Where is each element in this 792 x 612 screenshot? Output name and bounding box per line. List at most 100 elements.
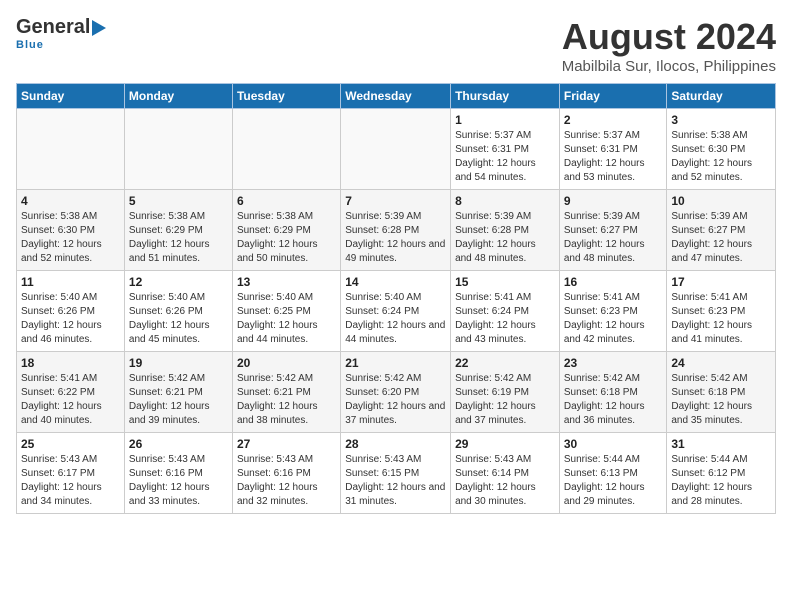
table-row: 3 Sunrise: 5:38 AMSunset: 6:30 PMDayligh… bbox=[667, 109, 776, 190]
day-number: 27 bbox=[237, 437, 336, 451]
day-info: Sunrise: 5:39 AMSunset: 6:28 PMDaylight:… bbox=[345, 210, 446, 266]
table-row: 28 Sunrise: 5:43 AMSunset: 6:15 PMDaylig… bbox=[341, 433, 451, 514]
month-year: August 2024 bbox=[562, 16, 776, 58]
table-row: 22 Sunrise: 5:42 AMSunset: 6:19 PMDaylig… bbox=[451, 352, 560, 433]
day-number: 19 bbox=[129, 356, 228, 370]
day-number: 4 bbox=[21, 194, 120, 208]
day-number: 3 bbox=[671, 113, 771, 127]
table-row: 9 Sunrise: 5:39 AMSunset: 6:27 PMDayligh… bbox=[559, 190, 667, 271]
day-info: Sunrise: 5:40 AMSunset: 6:24 PMDaylight:… bbox=[345, 291, 446, 347]
day-info: Sunrise: 5:43 AMSunset: 6:15 PMDaylight:… bbox=[345, 453, 446, 509]
day-number: 24 bbox=[671, 356, 771, 370]
table-row: 15 Sunrise: 5:41 AMSunset: 6:24 PMDaylig… bbox=[451, 271, 560, 352]
day-number: 16 bbox=[564, 275, 663, 289]
day-info: Sunrise: 5:42 AMSunset: 6:21 PMDaylight:… bbox=[129, 372, 228, 428]
table-row: 20 Sunrise: 5:42 AMSunset: 6:21 PMDaylig… bbox=[232, 352, 340, 433]
col-wednesday: Wednesday bbox=[341, 84, 451, 109]
day-info: Sunrise: 5:42 AMSunset: 6:18 PMDaylight:… bbox=[671, 372, 771, 428]
day-info: Sunrise: 5:38 AMSunset: 6:30 PMDaylight:… bbox=[21, 210, 120, 266]
day-number: 30 bbox=[564, 437, 663, 451]
title-block: August 2024 Mabilbila Sur, Ilocos, Phili… bbox=[562, 16, 776, 75]
day-number: 7 bbox=[345, 194, 446, 208]
day-info: Sunrise: 5:42 AMSunset: 6:20 PMDaylight:… bbox=[345, 372, 446, 428]
day-info: Sunrise: 5:41 AMSunset: 6:23 PMDaylight:… bbox=[671, 291, 771, 347]
table-row: 21 Sunrise: 5:42 AMSunset: 6:20 PMDaylig… bbox=[341, 352, 451, 433]
table-row: 10 Sunrise: 5:39 AMSunset: 6:27 PMDaylig… bbox=[667, 190, 776, 271]
day-info: Sunrise: 5:37 AMSunset: 6:31 PMDaylight:… bbox=[564, 129, 663, 185]
table-row: 14 Sunrise: 5:40 AMSunset: 6:24 PMDaylig… bbox=[341, 271, 451, 352]
day-number: 31 bbox=[671, 437, 771, 451]
logo: General Blue bbox=[16, 16, 106, 51]
day-number: 11 bbox=[21, 275, 120, 289]
day-info: Sunrise: 5:41 AMSunset: 6:23 PMDaylight:… bbox=[564, 291, 663, 347]
table-row: 4 Sunrise: 5:38 AMSunset: 6:30 PMDayligh… bbox=[17, 190, 125, 271]
table-row: 23 Sunrise: 5:42 AMSunset: 6:18 PMDaylig… bbox=[559, 352, 667, 433]
table-row: 1 Sunrise: 5:37 AMSunset: 6:31 PMDayligh… bbox=[451, 109, 560, 190]
table-row: 27 Sunrise: 5:43 AMSunset: 6:16 PMDaylig… bbox=[232, 433, 340, 514]
table-row: 12 Sunrise: 5:40 AMSunset: 6:26 PMDaylig… bbox=[124, 271, 232, 352]
day-number: 17 bbox=[671, 275, 771, 289]
day-number: 15 bbox=[455, 275, 555, 289]
table-row: 11 Sunrise: 5:40 AMSunset: 6:26 PMDaylig… bbox=[17, 271, 125, 352]
day-number: 2 bbox=[564, 113, 663, 127]
col-monday: Monday bbox=[124, 84, 232, 109]
col-saturday: Saturday bbox=[667, 84, 776, 109]
logo-general: General bbox=[16, 16, 90, 39]
day-info: Sunrise: 5:41 AMSunset: 6:24 PMDaylight:… bbox=[455, 291, 555, 347]
calendar-week-row: 18 Sunrise: 5:41 AMSunset: 6:22 PMDaylig… bbox=[17, 352, 776, 433]
day-number: 22 bbox=[455, 356, 555, 370]
day-number: 8 bbox=[455, 194, 555, 208]
day-number: 21 bbox=[345, 356, 446, 370]
calendar-header-row: Sunday Monday Tuesday Wednesday Thursday… bbox=[17, 84, 776, 109]
day-number: 18 bbox=[21, 356, 120, 370]
col-thursday: Thursday bbox=[451, 84, 560, 109]
col-tuesday: Tuesday bbox=[232, 84, 340, 109]
day-info: Sunrise: 5:41 AMSunset: 6:22 PMDaylight:… bbox=[21, 372, 120, 428]
day-info: Sunrise: 5:44 AMSunset: 6:12 PMDaylight:… bbox=[671, 453, 771, 509]
logo-arrow-icon bbox=[92, 20, 106, 36]
calendar-week-row: 11 Sunrise: 5:40 AMSunset: 6:26 PMDaylig… bbox=[17, 271, 776, 352]
day-info: Sunrise: 5:40 AMSunset: 6:26 PMDaylight:… bbox=[129, 291, 228, 347]
day-number: 5 bbox=[129, 194, 228, 208]
col-friday: Friday bbox=[559, 84, 667, 109]
table-row: 8 Sunrise: 5:39 AMSunset: 6:28 PMDayligh… bbox=[451, 190, 560, 271]
day-info: Sunrise: 5:39 AMSunset: 6:27 PMDaylight:… bbox=[671, 210, 771, 266]
day-number: 9 bbox=[564, 194, 663, 208]
day-number: 1 bbox=[455, 113, 555, 127]
day-info: Sunrise: 5:42 AMSunset: 6:21 PMDaylight:… bbox=[237, 372, 336, 428]
table-row: 19 Sunrise: 5:42 AMSunset: 6:21 PMDaylig… bbox=[124, 352, 232, 433]
table-row: 31 Sunrise: 5:44 AMSunset: 6:12 PMDaylig… bbox=[667, 433, 776, 514]
table-row bbox=[341, 109, 451, 190]
table-row: 18 Sunrise: 5:41 AMSunset: 6:22 PMDaylig… bbox=[17, 352, 125, 433]
table-row: 2 Sunrise: 5:37 AMSunset: 6:31 PMDayligh… bbox=[559, 109, 667, 190]
calendar-week-row: 4 Sunrise: 5:38 AMSunset: 6:30 PMDayligh… bbox=[17, 190, 776, 271]
day-number: 20 bbox=[237, 356, 336, 370]
day-number: 25 bbox=[21, 437, 120, 451]
location: Mabilbila Sur, Ilocos, Philippines bbox=[562, 58, 776, 75]
table-row bbox=[124, 109, 232, 190]
day-number: 14 bbox=[345, 275, 446, 289]
table-row: 25 Sunrise: 5:43 AMSunset: 6:17 PMDaylig… bbox=[17, 433, 125, 514]
page-header: General Blue August 2024 Mabilbila Sur, … bbox=[16, 16, 776, 75]
day-info: Sunrise: 5:40 AMSunset: 6:25 PMDaylight:… bbox=[237, 291, 336, 347]
day-info: Sunrise: 5:43 AMSunset: 6:14 PMDaylight:… bbox=[455, 453, 555, 509]
table-row: 6 Sunrise: 5:38 AMSunset: 6:29 PMDayligh… bbox=[232, 190, 340, 271]
day-number: 10 bbox=[671, 194, 771, 208]
day-info: Sunrise: 5:42 AMSunset: 6:19 PMDaylight:… bbox=[455, 372, 555, 428]
calendar-week-row: 25 Sunrise: 5:43 AMSunset: 6:17 PMDaylig… bbox=[17, 433, 776, 514]
day-info: Sunrise: 5:39 AMSunset: 6:28 PMDaylight:… bbox=[455, 210, 555, 266]
col-sunday: Sunday bbox=[17, 84, 125, 109]
day-number: 29 bbox=[455, 437, 555, 451]
day-info: Sunrise: 5:38 AMSunset: 6:30 PMDaylight:… bbox=[671, 129, 771, 185]
table-row: 30 Sunrise: 5:44 AMSunset: 6:13 PMDaylig… bbox=[559, 433, 667, 514]
table-row: 24 Sunrise: 5:42 AMSunset: 6:18 PMDaylig… bbox=[667, 352, 776, 433]
day-info: Sunrise: 5:38 AMSunset: 6:29 PMDaylight:… bbox=[129, 210, 228, 266]
day-number: 26 bbox=[129, 437, 228, 451]
day-number: 28 bbox=[345, 437, 446, 451]
table-row bbox=[17, 109, 125, 190]
day-info: Sunrise: 5:42 AMSunset: 6:18 PMDaylight:… bbox=[564, 372, 663, 428]
logo-blue: Blue bbox=[16, 39, 44, 51]
day-number: 23 bbox=[564, 356, 663, 370]
day-info: Sunrise: 5:40 AMSunset: 6:26 PMDaylight:… bbox=[21, 291, 120, 347]
table-row: 7 Sunrise: 5:39 AMSunset: 6:28 PMDayligh… bbox=[341, 190, 451, 271]
